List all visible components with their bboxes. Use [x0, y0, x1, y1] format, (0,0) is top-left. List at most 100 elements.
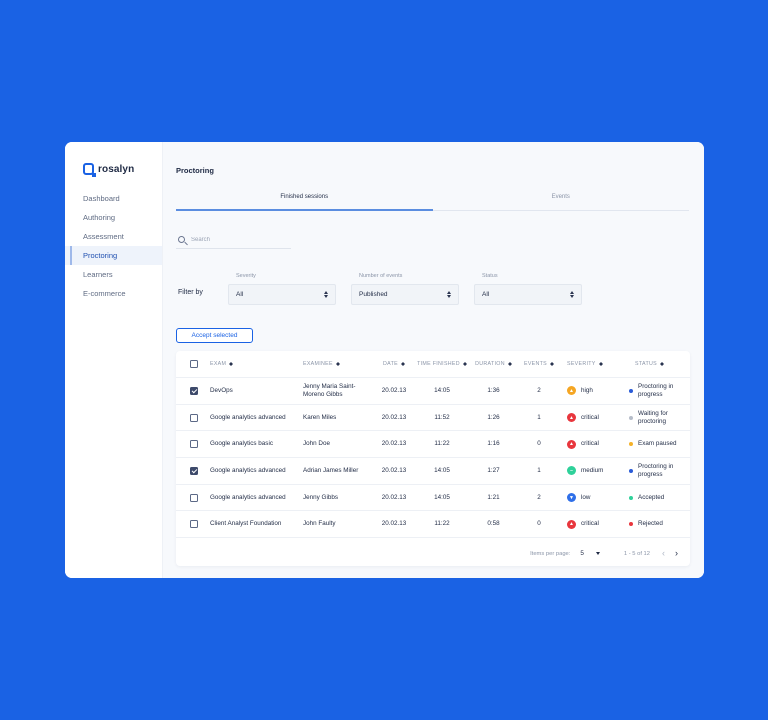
sort-icon — [550, 361, 554, 367]
table-row[interactable]: Client Analyst Foundation John Faulty 20… — [176, 511, 690, 539]
exam-cell: Google analytics advanced — [210, 413, 286, 421]
status-select[interactable]: All — [474, 284, 582, 305]
search-input[interactable] — [191, 236, 281, 243]
date-cell: 20.02.13 — [381, 466, 407, 474]
row-checkbox[interactable] — [190, 386, 198, 395]
severity-cell: ▲ critical — [561, 413, 619, 423]
sidebar-item-ecommerce[interactable]: E-commerce — [65, 284, 162, 303]
select-all-checkbox[interactable] — [190, 360, 198, 368]
time-cell: 14:05 — [434, 386, 450, 394]
severity-select[interactable]: All — [228, 284, 336, 305]
severity-filter: Severity All — [228, 273, 336, 305]
table-row[interactable]: Google analytics basic John Doe 20.02.13… — [176, 431, 690, 459]
status-dot-icon — [629, 388, 633, 393]
tab-finished-sessions[interactable]: Finished sessions — [176, 192, 433, 211]
page-title: Proctoring — [176, 166, 214, 175]
exam-cell: Google analytics basic — [210, 440, 274, 448]
events-select[interactable]: Published — [351, 284, 459, 305]
column-header-status[interactable]: STATUS — [619, 361, 690, 367]
select-arrows-icon — [570, 291, 574, 298]
rosalyn-logo-icon — [83, 163, 96, 177]
date-cell: 20.02.13 — [381, 440, 407, 448]
events-filter-caption: Number of events — [359, 273, 403, 279]
table-row[interactable]: Google analytics advanced Adrian James M… — [176, 458, 690, 485]
column-header-severity[interactable]: SEVERITY — [561, 361, 619, 367]
tab-events[interactable]: Events — [433, 192, 690, 210]
search-icon — [178, 236, 185, 243]
sort-icon — [659, 361, 664, 367]
events-cell: 0 — [537, 520, 541, 528]
sidebar-item-assessment[interactable]: Assessment — [65, 227, 162, 246]
severity-select-value: All — [236, 291, 244, 298]
sidebar-item-proctoring[interactable]: Proctoring — [65, 246, 162, 265]
status-cell: Exam paused — [619, 440, 690, 448]
date-cell: 20.02.13 — [381, 520, 407, 528]
sidebar-item-learners[interactable]: Learners — [65, 265, 162, 284]
search-box — [176, 231, 291, 249]
column-header-date[interactable]: DATE — [374, 361, 414, 367]
column-header-exam[interactable]: EXAM — [210, 361, 303, 367]
tab-bar: Finished sessions Events — [176, 192, 689, 211]
column-header-time-finished[interactable]: TIME FINISHED — [414, 361, 470, 367]
events-select-value: Published — [359, 291, 388, 298]
chevron-down-icon[interactable] — [595, 552, 600, 555]
row-checkbox[interactable] — [190, 413, 198, 422]
chevron-right-icon[interactable]: › — [675, 549, 678, 558]
row-checkbox[interactable] — [190, 520, 198, 529]
sort-icon — [507, 361, 512, 367]
examinee-cell: Jenny Gibbs — [303, 493, 339, 501]
chevron-left-icon[interactable]: ‹ — [662, 549, 665, 558]
items-per-page-select[interactable]: 5 — [580, 550, 584, 557]
accept-selected-button[interactable]: Accept selected — [176, 328, 253, 343]
row-checkbox[interactable] — [190, 466, 198, 475]
alert-icon: ▲ — [567, 519, 576, 529]
severity-cell: ▲ high — [561, 386, 619, 396]
row-checkbox[interactable] — [190, 493, 198, 502]
examinee-cell: Adrian James Miller — [303, 466, 359, 474]
events-cell: 1 — [537, 466, 541, 474]
arrow-down-icon: ▼ — [567, 493, 576, 503]
examinee-cell: Karen Miles — [303, 413, 337, 421]
duration-cell: 0:58 — [487, 520, 500, 528]
duration-cell: 1:16 — [487, 440, 500, 448]
events-cell: 2 — [537, 386, 541, 394]
time-cell: 14:05 — [434, 466, 450, 474]
page-range: 1 - 5 of 12 — [623, 550, 650, 557]
status-filter-caption: Status — [482, 273, 498, 279]
app-window: rosalyn Dashboard Authoring Assessment P… — [65, 142, 704, 578]
status-dot-icon — [629, 522, 633, 527]
column-header-duration[interactable]: DURATION — [470, 361, 517, 367]
table-row[interactable]: Google analytics advanced Jenny Gibbs 20… — [176, 485, 690, 512]
filter-label: Filter by — [178, 289, 203, 296]
events-cell: 1 — [537, 413, 541, 421]
alert-icon: ▲ — [567, 413, 576, 423]
status-cell: Proctoring in progress — [619, 383, 690, 399]
column-header-events[interactable]: EVENTS — [517, 361, 561, 367]
events-filter: Number of events Published — [351, 273, 459, 305]
table-row[interactable]: Google analytics advanced Karen Miles 20… — [176, 405, 690, 432]
table-row[interactable]: DevOps Jenny Maria Saint-Moreno Gibbs 20… — [176, 378, 690, 405]
status-cell: Accepted — [619, 494, 690, 502]
exam-cell: DevOps — [210, 386, 233, 394]
select-arrows-icon — [324, 291, 328, 298]
duration-cell: 1:21 — [487, 493, 500, 501]
date-cell: 20.02.13 — [381, 386, 407, 394]
sidebar-item-authoring[interactable]: Authoring — [65, 208, 162, 227]
select-arrows-icon — [447, 291, 451, 298]
sidebar-item-dashboard[interactable]: Dashboard — [65, 189, 162, 208]
sort-icon — [229, 361, 234, 367]
severity-filter-caption: Severity — [236, 273, 256, 279]
severity-cell: ▲ critical — [561, 439, 619, 449]
duration-cell: 1:36 — [487, 386, 500, 394]
exam-cell: Google analytics advanced — [210, 493, 286, 501]
status-filter: Status All — [474, 273, 582, 305]
status-cell: Rejected — [619, 520, 690, 528]
status-cell: Waiting for proctoring — [619, 410, 690, 426]
events-cell: 0 — [537, 440, 541, 448]
pagination: Items per page: 5 1 - 5 of 12 ‹ › — [530, 549, 678, 558]
row-checkbox[interactable] — [190, 440, 198, 449]
logo[interactable]: rosalyn — [83, 163, 134, 177]
column-header-examinee[interactable]: EXAMINEE — [303, 361, 374, 367]
time-cell: 11:22 — [434, 520, 450, 528]
date-cell: 20.02.13 — [381, 413, 407, 421]
